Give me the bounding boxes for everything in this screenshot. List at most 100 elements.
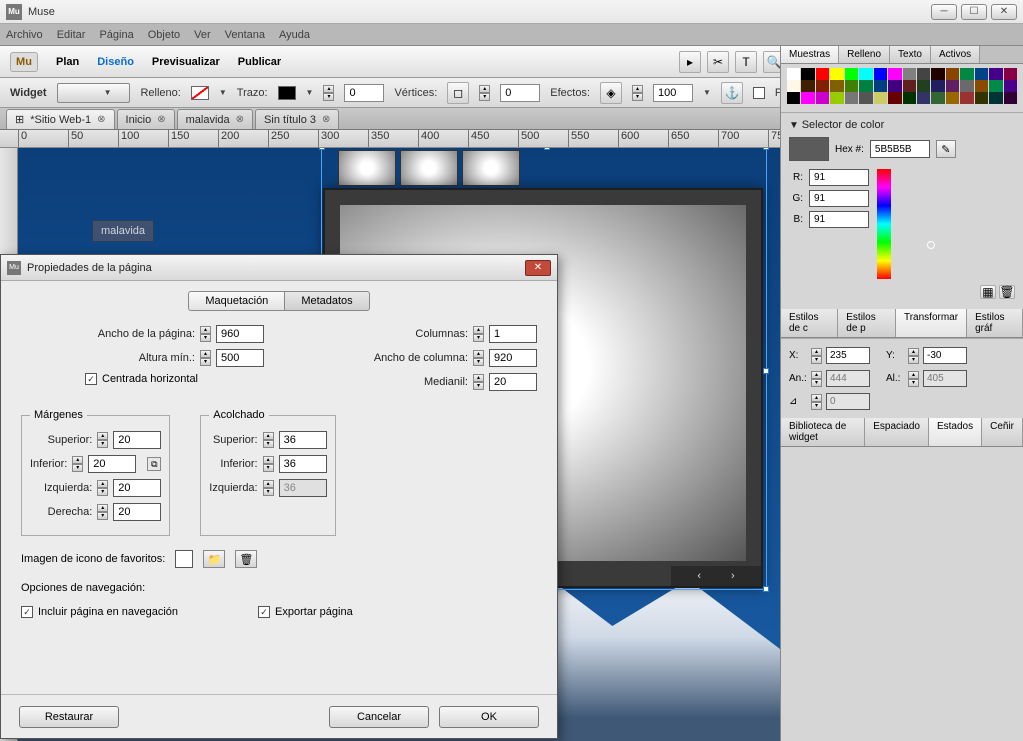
text-tool[interactable]: T xyxy=(735,51,757,73)
menu-pagina[interactable]: Página xyxy=(99,29,133,41)
columns-input[interactable]: 1 xyxy=(489,325,537,343)
favicon-delete-icon[interactable]: 🗑 xyxy=(235,550,257,568)
site-label-widget[interactable]: malavida xyxy=(92,220,154,242)
swatch-cell[interactable] xyxy=(816,92,829,104)
anchor-icon[interactable]: ⚓ xyxy=(721,82,743,104)
min-height-input[interactable]: 500 xyxy=(216,349,264,367)
tab-texto[interactable]: Texto xyxy=(890,46,931,63)
swatch-cell[interactable] xyxy=(975,68,988,80)
doctab-malavida[interactable]: malavida⊗ xyxy=(177,109,253,129)
hex-input[interactable]: 5B5B5B xyxy=(870,140,930,158)
stroke-swatch[interactable] xyxy=(278,86,296,100)
tab-relleno[interactable]: Relleno xyxy=(839,46,890,63)
swatch-cell[interactable] xyxy=(874,92,887,104)
tab-transformar[interactable]: Transformar xyxy=(896,309,967,337)
eyedropper-icon[interactable]: ✎ xyxy=(936,140,956,158)
height-input[interactable] xyxy=(923,370,967,387)
favicon-browse-icon[interactable]: 📁 xyxy=(203,550,225,568)
doctab-sintitulo[interactable]: Sin título 3⊗ xyxy=(255,109,339,129)
stroke-dropdown[interactable]: ▼ xyxy=(306,88,314,97)
corners-up[interactable]: ▴ xyxy=(479,85,490,93)
swatch-cell[interactable] xyxy=(859,80,872,92)
swatch-cell[interactable] xyxy=(874,68,887,80)
swatch-cell[interactable] xyxy=(888,68,901,80)
dialog-titlebar[interactable]: Mu Propiedades de la página ✕ xyxy=(1,255,557,281)
tab-activos[interactable]: Activos xyxy=(931,46,980,63)
g-input[interactable]: 91 xyxy=(809,190,869,207)
swatch-cell[interactable] xyxy=(787,92,800,104)
doctab-sitio[interactable]: ⊞*Sitio Web-1⊗ xyxy=(6,109,115,129)
swatch-cell[interactable] xyxy=(931,68,944,80)
tab-cenir[interactable]: Ceñir xyxy=(982,418,1023,446)
minimize-button[interactable]: ─ xyxy=(931,4,957,20)
view-publish[interactable]: Publicar xyxy=(238,56,281,68)
swatch-cell[interactable] xyxy=(801,80,814,92)
tab-estilos-g[interactable]: Estilos gráf xyxy=(967,309,1023,337)
swatch-cell[interactable] xyxy=(960,92,973,104)
stroke-weight[interactable]: 0 xyxy=(344,84,384,102)
tab-close-icon[interactable]: ⊗ xyxy=(157,114,165,125)
next-icon[interactable]: › xyxy=(731,570,735,582)
swatch-cell[interactable] xyxy=(975,92,988,104)
link-margins-icon[interactable]: ⧉ xyxy=(147,457,161,471)
tab-muestras[interactable]: Muestras xyxy=(781,46,839,63)
swatch-cell[interactable] xyxy=(989,92,1002,104)
hue-slider[interactable] xyxy=(877,169,891,279)
horizontal-ruler[interactable]: 0501001502002503003504004505005506006507… xyxy=(0,130,780,148)
handle[interactable] xyxy=(763,586,769,592)
swatch-cell[interactable] xyxy=(787,80,800,92)
swatch-cell[interactable] xyxy=(1004,80,1017,92)
swatch-cell[interactable] xyxy=(816,80,829,92)
mu-badge[interactable]: Mu xyxy=(10,52,38,72)
swatch-cell[interactable] xyxy=(931,92,944,104)
swatch-cell[interactable] xyxy=(888,92,901,104)
menu-archivo[interactable]: Archivo xyxy=(6,29,43,41)
gutter-input[interactable]: 20 xyxy=(489,373,537,391)
swatch-cell[interactable] xyxy=(903,92,916,104)
margin-right-input[interactable]: 20 xyxy=(113,503,161,521)
export-page-checkbox[interactable]: ✓ xyxy=(258,606,270,618)
doctab-inicio[interactable]: Inicio⊗ xyxy=(117,109,175,129)
y-input[interactable] xyxy=(923,347,967,364)
swatch-cell[interactable] xyxy=(989,80,1002,92)
swatch-cell[interactable] xyxy=(845,68,858,80)
opacity-dropdown[interactable]: ▼ xyxy=(703,88,711,97)
margin-top-input[interactable]: 20 xyxy=(113,431,161,449)
center-horiz-checkbox[interactable]: ✓ xyxy=(85,373,97,385)
tab-metadatos[interactable]: Metadatos xyxy=(284,291,369,311)
include-nav-checkbox[interactable]: ✓ xyxy=(21,606,33,618)
tab-biblioteca[interactable]: Biblioteca de widget xyxy=(781,418,865,446)
opacity-down[interactable]: ▾ xyxy=(632,93,643,101)
swatch-cell[interactable] xyxy=(903,80,916,92)
swatch-cell[interactable] xyxy=(946,80,959,92)
swatch-cell[interactable] xyxy=(845,80,858,92)
current-color-swatch[interactable] xyxy=(789,137,829,161)
swatch-cell[interactable] xyxy=(903,68,916,80)
swatch-cell[interactable] xyxy=(917,68,930,80)
swatch-cell[interactable] xyxy=(931,80,944,92)
swatch-cell[interactable] xyxy=(830,80,843,92)
x-input[interactable] xyxy=(826,347,870,364)
swatch-cell[interactable] xyxy=(787,68,800,80)
swatch-cell[interactable] xyxy=(874,80,887,92)
swatch-cell[interactable] xyxy=(946,68,959,80)
swatch-cell[interactable] xyxy=(960,68,973,80)
maximize-button[interactable]: ☐ xyxy=(961,4,987,20)
corners-down[interactable]: ▾ xyxy=(479,93,490,101)
color-cursor[interactable] xyxy=(927,241,935,249)
tab-close-icon[interactable]: ⊗ xyxy=(97,114,105,125)
tab-close-icon[interactable]: ⊗ xyxy=(322,114,330,125)
opacity-up[interactable]: ▴ xyxy=(632,85,643,93)
page-width-input[interactable]: 960 xyxy=(216,325,264,343)
b-input[interactable]: 91 xyxy=(809,211,869,228)
tab-estilos-p[interactable]: Estilos de p xyxy=(838,309,896,337)
swatch-cell[interactable] xyxy=(859,92,872,104)
effects-icon[interactable]: ◈ xyxy=(600,82,622,104)
handle[interactable] xyxy=(319,148,325,150)
menu-ventana[interactable]: Ventana xyxy=(225,29,265,41)
view-design[interactable]: Diseño xyxy=(97,56,134,68)
swatch-cell[interactable] xyxy=(1004,68,1017,80)
swatch-cell[interactable] xyxy=(989,68,1002,80)
selection-tool[interactable]: ▸ xyxy=(679,51,701,73)
swatch-cell[interactable] xyxy=(917,80,930,92)
